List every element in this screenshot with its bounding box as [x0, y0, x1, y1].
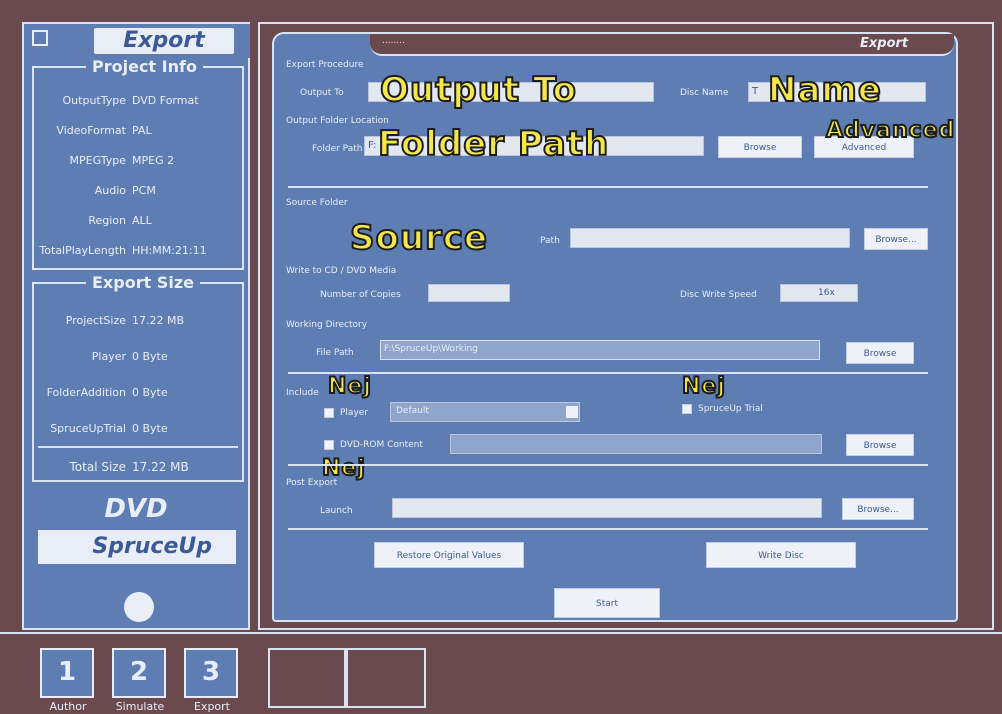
author-step-label: Author	[49, 700, 87, 713]
left-title: Export	[94, 28, 234, 54]
source-browse-button[interactable]: Browse...	[864, 228, 928, 250]
advanced-highlight: Advanced	[825, 117, 956, 144]
speed-label: Disc Write Speed	[680, 290, 757, 300]
player-select-value: Default	[396, 406, 429, 416]
info-label: ProjectSize	[65, 314, 126, 327]
section-divider	[288, 186, 928, 188]
copies-label: Number of Copies	[320, 290, 401, 300]
output-to-highlight: Output To	[379, 69, 578, 111]
info-value: PAL	[132, 124, 152, 137]
post-export-path-field[interactable]	[392, 498, 822, 518]
spruceup-trial-label: SpruceUp Trial	[698, 404, 763, 414]
source-highlight: Source	[349, 217, 489, 259]
info-label: Region	[88, 214, 126, 227]
left-title-tab: Export	[24, 24, 250, 58]
source-path-field[interactable]	[570, 228, 850, 248]
info-value: PCM	[132, 184, 156, 197]
dvd-logo: DVD	[104, 494, 168, 524]
dvd-rom-checkbox[interactable]	[324, 440, 334, 450]
info-value: MPEG 2	[132, 154, 175, 167]
spruceup-trial-checkbox[interactable]	[682, 404, 692, 414]
chevron-down-icon[interactable]	[566, 406, 578, 418]
info-value: 0 Byte	[132, 350, 168, 363]
step-number: 3	[201, 657, 221, 687]
export-size-group: Export Size ProjectSize 17.22 MB Player …	[32, 273, 244, 482]
include-title: Include	[286, 388, 319, 398]
info-label: VideoFormat	[56, 124, 126, 137]
bottom-preview-panel	[346, 648, 426, 708]
bottom-tools-panel[interactable]	[268, 648, 346, 708]
left-panel: Export Project Info OutputType DVD Forma…	[22, 22, 250, 630]
disc-name-value: T	[752, 86, 759, 97]
start-button[interactable]: Start	[554, 588, 660, 618]
main-header-title: Export	[860, 36, 909, 51]
info-value: 0 Byte	[132, 386, 168, 399]
clock-icon	[124, 592, 154, 622]
info-value: DVD Format	[132, 94, 199, 107]
info-label: FolderAddition	[46, 386, 126, 399]
info-value: 0 Byte	[132, 422, 168, 435]
info-label: Audio	[94, 184, 126, 197]
working-dir-title: Working Directory	[286, 320, 368, 330]
disc-name-highlight: Name	[767, 69, 882, 111]
project-info-group: Project Info OutputType DVD Format Video…	[32, 57, 244, 270]
working-path-value: F:\SpruceUp\Working	[384, 344, 478, 354]
nej-highlight-1: Nej	[327, 373, 372, 400]
info-label: Player	[91, 350, 126, 363]
working-browse-button[interactable]: Browse	[846, 342, 914, 364]
section-divider	[288, 464, 928, 466]
dvd-rom-browse-button[interactable]: Browse	[846, 434, 914, 456]
author-step-button[interactable]: 1	[40, 648, 94, 698]
source-path-label: Path	[540, 236, 560, 246]
simulate-step-label: Simulate	[115, 700, 165, 713]
project-info-title: Project Info	[86, 57, 203, 76]
export-step-label: Export	[193, 700, 230, 713]
copies-stepper[interactable]	[428, 284, 510, 302]
info-label: SpruceUpTrial	[50, 422, 126, 435]
dvd-rom-path-field[interactable]	[450, 434, 822, 454]
folder-path-label: Folder Path	[312, 144, 363, 154]
total-size-label: Total Size	[69, 460, 126, 474]
info-value: HH:MM:21:11	[132, 244, 207, 257]
header-dots: ........	[382, 36, 405, 46]
total-size-value: 17.22 MB	[132, 460, 189, 474]
player-label: Player	[340, 408, 369, 418]
info-label: OutputType	[62, 94, 126, 107]
dvd-rom-label: DVD-ROM Content	[340, 440, 423, 450]
post-export-browse-button[interactable]: Browse...	[842, 498, 914, 520]
export-size-title: Export Size	[86, 273, 200, 292]
export-logo-icon	[32, 30, 48, 46]
section-divider	[288, 372, 928, 374]
spruceup-logo: SpruceUp	[38, 530, 236, 564]
post-export-path-label: Launch	[320, 506, 353, 516]
export-step-button[interactable]: 3	[184, 648, 238, 698]
total-divider	[38, 446, 238, 448]
browse-folder-button[interactable]: Browse	[718, 136, 802, 158]
working-file-path-label: File Path	[316, 348, 354, 358]
output-to-label: Output To	[300, 88, 344, 98]
write-disc-button[interactable]: Write Disc	[706, 542, 856, 568]
output-folder-title: Output Folder Location	[286, 116, 389, 126]
player-checkbox[interactable]	[324, 408, 334, 418]
speed-value: 16x	[818, 288, 835, 298]
step-number: 1	[57, 657, 77, 687]
section-divider	[288, 528, 928, 530]
write-media-title: Write to CD / DVD Media	[286, 266, 397, 276]
disc-name-label: Disc Name	[680, 88, 729, 98]
nej-highlight-2: Nej	[681, 373, 726, 400]
simulate-step-button[interactable]: 2	[112, 648, 166, 698]
step-number: 2	[129, 657, 149, 687]
info-value: ALL	[132, 214, 152, 227]
source-folder-title: Source Folder	[286, 198, 348, 208]
folder-path-value: F:	[368, 140, 377, 151]
export-procedure-title: Export Procedure	[286, 60, 364, 70]
post-export-title: Post Export	[286, 478, 338, 488]
info-label: TotalPlayLength	[39, 244, 126, 257]
folder-path-highlight: Folder Path	[377, 123, 610, 165]
info-value: 17.22 MB	[132, 314, 185, 327]
info-label: MPEGType	[69, 154, 126, 167]
restore-original-values-button[interactable]: Restore Original Values	[374, 542, 524, 568]
